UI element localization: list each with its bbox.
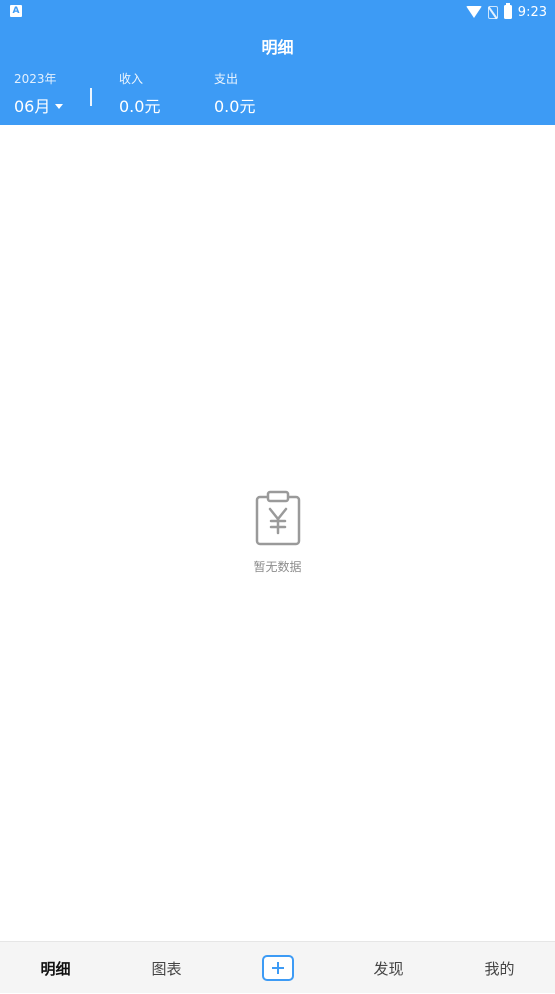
status-time: 9:23 — [517, 4, 547, 20]
tab-add[interactable] — [222, 942, 333, 994]
bottom-tab-bar: 明细 图表 发现 我的 — [0, 941, 555, 993]
year-label[interactable]: 2023年 — [14, 70, 57, 87]
empty-state-text: 暂无数据 — [253, 560, 302, 574]
wifi-icon — [465, 6, 482, 18]
header: A 9:23 明细 2023年 06月 收入 0.0元 支出 0.0元 — [0, 0, 555, 125]
month-value: 06月 — [14, 97, 51, 116]
tab-discover[interactable]: 发现 — [333, 942, 444, 994]
income-value: 0.0元 — [119, 97, 161, 116]
chevron-down-icon — [55, 103, 64, 109]
no-sim-icon — [487, 5, 498, 19]
tab-charts[interactable]: 图表 — [111, 942, 222, 994]
month-selector[interactable]: 06月 — [14, 93, 64, 117]
page-title: 明细 — [261, 38, 294, 57]
tab-mine[interactable]: 我的 — [444, 942, 555, 994]
empty-state: 暂无数据 — [0, 488, 555, 575]
status-icons: 9:23 — [465, 3, 547, 21]
add-icon[interactable] — [261, 955, 294, 981]
expense-label: 支出 — [214, 72, 239, 86]
income-label: 收入 — [119, 72, 144, 86]
clipboard-yen-icon — [255, 490, 300, 546]
status-bar: A 9:23 — [0, 0, 555, 24]
tab-details[interactable]: 明细 — [0, 942, 111, 994]
header-divider — [90, 88, 92, 106]
app-notification-icon: A — [10, 5, 22, 17]
battery-icon — [503, 3, 512, 19]
expense-value: 0.0元 — [214, 97, 256, 116]
